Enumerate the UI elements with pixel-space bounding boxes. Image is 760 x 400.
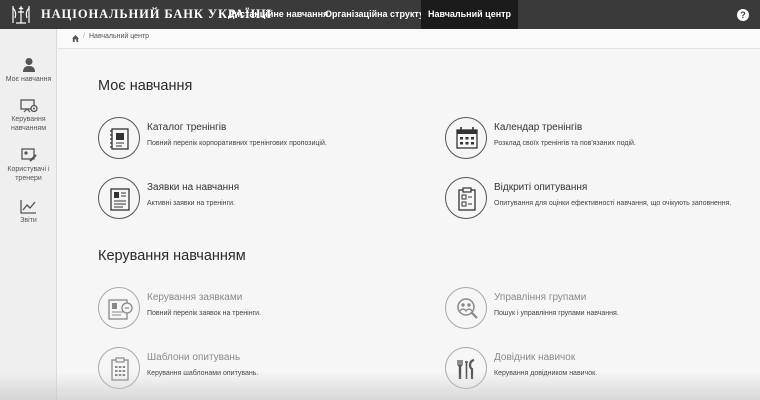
sidebar-item-label: Користувачі і [7,166,50,173]
card-description: Повний перелік заявок на тренінги. [147,310,261,317]
card-description: Керування довідником навичок. [494,370,598,377]
sidebar-item-my-learning[interactable]: Моє навчання [0,57,57,84]
catalog-icon[interactable] [98,117,140,159]
sidebar-item-label: тренери [15,175,42,182]
user-icon [22,58,35,72]
nav-training-center[interactable]: Навчальний центр [421,0,519,29]
sidebar: Моє навчання Керування навчанням Користу… [0,29,57,400]
section-title-training-management: Керування навчанням [98,248,246,264]
card-title[interactable]: Довідник навичок [494,352,575,363]
card-title[interactable]: Календар тренінгів [494,122,582,133]
card-description: Повний перелік корпоративних тренінгових… [147,140,327,147]
sidebar-item-reports[interactable]: Звіти [0,199,57,225]
section-title-my-learning: Моє навчання [98,78,193,94]
nbu-logo-icon[interactable] [9,4,33,25]
card-description: Опитування для оцінки ефективності навча… [494,200,732,207]
card-title[interactable]: Управління групами [494,292,586,303]
application-icon[interactable] [98,177,140,219]
sidebar-item-label: навчанням [10,125,47,132]
sidebar-item-label: Керування [11,116,46,123]
card-title[interactable]: Керування заявками [147,292,242,303]
card-description: Керування шаблонами опитувань. [147,370,259,377]
breadcrumb: / Навчальний центр [58,29,760,49]
home-icon[interactable] [72,35,79,42]
card-description: Активні заявки на тренінги. [147,200,235,207]
calendar-icon[interactable] [445,117,487,159]
chart-icon [20,200,36,214]
board-settings-icon [19,99,38,113]
survey-template-icon[interactable] [98,347,140,389]
breadcrumb-separator: / [83,33,85,40]
card-title[interactable]: Відкриті опитування [494,182,587,193]
sidebar-item-users-trainers[interactable]: Користувачі і тренери [0,148,57,183]
card-title[interactable]: Каталог тренінгів [147,122,226,133]
requests-manage-icon[interactable] [98,287,140,329]
user-edit-icon [20,148,37,162]
card-description: Пошук і управління групами навчання. [494,310,619,317]
card-description: Розклад своїх тренінгів та пов'язаних по… [494,140,636,147]
group-search-icon[interactable] [445,287,487,329]
card-title[interactable]: Заявки на навчання [147,182,239,193]
breadcrumb-current: Навчальний центр [89,33,150,40]
survey-icon[interactable] [445,177,487,219]
tools-icon[interactable] [445,347,487,389]
sidebar-item-label: Моє навчання [5,76,52,83]
question-icon[interactable]: ? [737,9,749,21]
sidebar-item-label: Звіти [20,217,37,224]
card-title[interactable]: Шаблони опитувань [147,352,240,363]
top-bar: НАЦІОНАЛЬНИЙ БАНК УКРАЇНИ Дистанційне на… [0,0,760,29]
sidebar-item-training-management[interactable]: Керування навчанням [0,99,57,133]
